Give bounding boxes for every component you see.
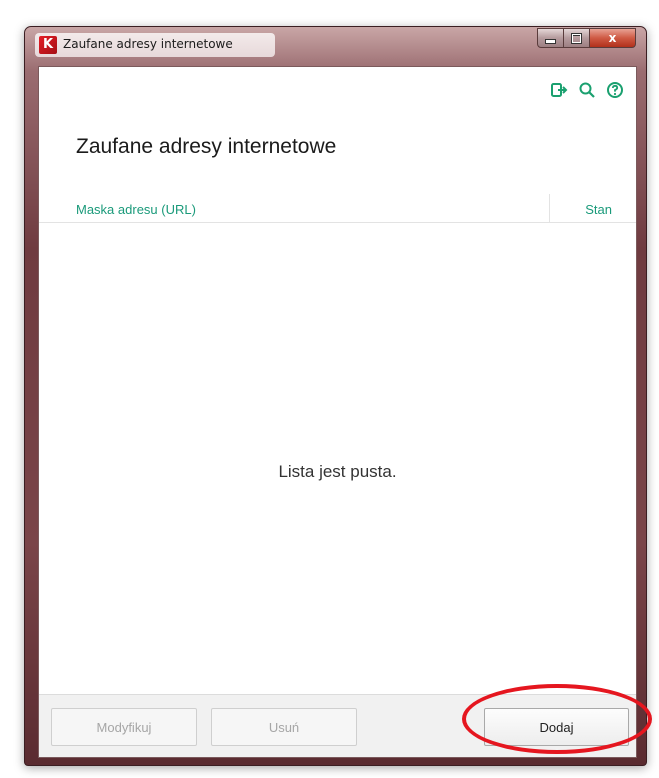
window-controls: x: [537, 28, 636, 48]
add-button[interactable]: Dodaj: [484, 708, 629, 746]
table-header: Maska adresu (URL) Stan: [39, 187, 636, 223]
page-title: Zaufane adresy internetowe: [76, 135, 337, 158]
minimize-button[interactable]: [537, 28, 564, 48]
close-icon: x: [608, 31, 617, 45]
top-toolbar: [550, 81, 624, 99]
client-area: Zaufane adresy internetowe Maska adresu …: [38, 66, 637, 758]
maximize-button[interactable]: [564, 28, 590, 48]
close-button[interactable]: x: [590, 28, 636, 48]
help-icon[interactable]: [606, 81, 624, 99]
window-title: Zaufane adresy internetowe: [63, 37, 233, 51]
kaspersky-logo-icon: K: [39, 36, 57, 54]
column-divider[interactable]: [549, 194, 550, 222]
modify-button[interactable]: Modyfikuj: [51, 708, 197, 746]
column-header-state[interactable]: Stan: [585, 202, 612, 217]
exit-icon[interactable]: [550, 81, 568, 99]
delete-button[interactable]: Usuń: [211, 708, 357, 746]
title-bar[interactable]: K Zaufane adresy internetowe x: [25, 27, 646, 63]
maximize-icon: [571, 32, 582, 44]
button-bar: Modyfikuj Usuń Dodaj: [39, 694, 636, 757]
trusted-urls-window: K Zaufane adresy internetowe x Zaufane a…: [24, 26, 647, 766]
minimize-icon: [545, 38, 556, 44]
column-header-url-mask[interactable]: Maska adresu (URL): [76, 202, 196, 217]
empty-list-message: Lista jest pusta.: [278, 462, 397, 481]
search-icon[interactable]: [578, 81, 596, 99]
